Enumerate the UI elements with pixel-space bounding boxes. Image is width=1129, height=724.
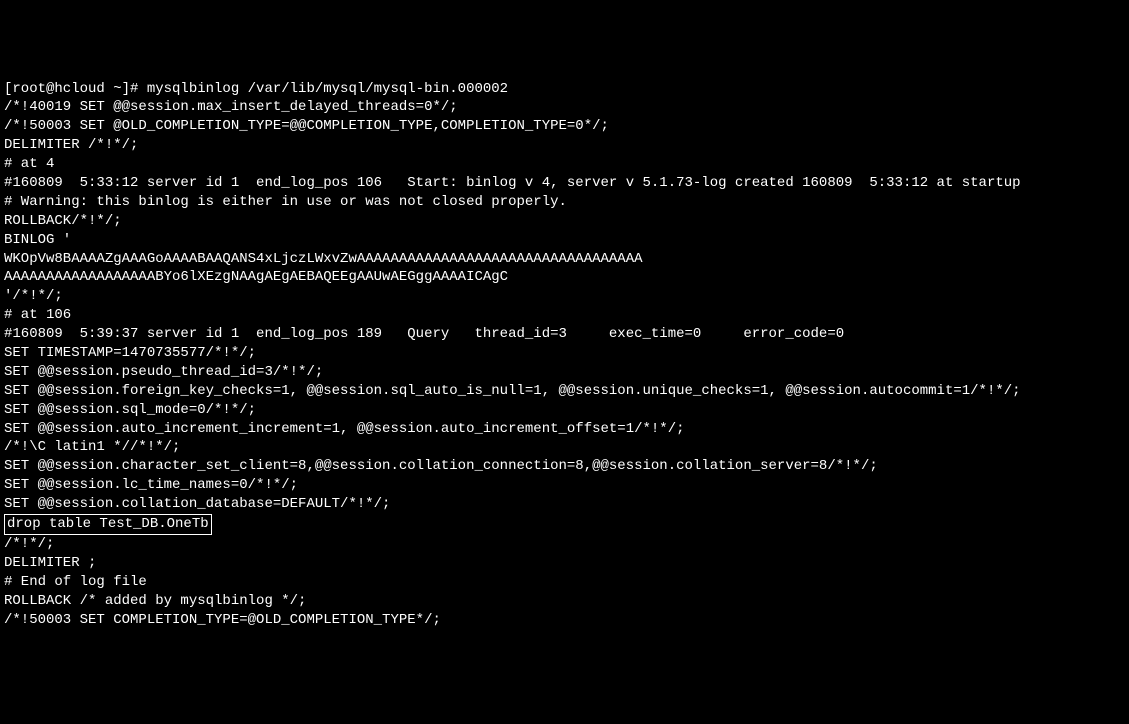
terminal-line: /*!50003 SET @OLD_COMPLETION_TYPE=@@COMP… <box>4 117 1125 136</box>
terminal-line: SET @@session.auto_increment_increment=1… <box>4 420 1125 439</box>
terminal-line: SET @@session.character_set_client=8,@@s… <box>4 457 1125 476</box>
terminal-line: SET @@session.sql_mode=0/*!*/; <box>4 401 1125 420</box>
terminal-line: /*!\C latin1 *//*!*/; <box>4 438 1125 457</box>
terminal-line: DELIMITER ; <box>4 554 1125 573</box>
terminal-line: # at 4 <box>4 155 1125 174</box>
terminal-output[interactable]: [root@hcloud ~]# mysqlbinlog /var/lib/my… <box>4 80 1125 630</box>
terminal-line: #160809 5:39:37 server id 1 end_log_pos … <box>4 325 1125 344</box>
terminal-line: SET @@session.pseudo_thread_id=3/*!*/; <box>4 363 1125 382</box>
terminal-line: BINLOG ' <box>4 231 1125 250</box>
terminal-line: SET @@session.foreign_key_checks=1, @@se… <box>4 382 1125 401</box>
terminal-line: [root@hcloud ~]# mysqlbinlog /var/lib/my… <box>4 80 1125 99</box>
terminal-line: #160809 5:33:12 server id 1 end_log_pos … <box>4 174 1125 193</box>
terminal-line: DELIMITER /*!*/; <box>4 136 1125 155</box>
terminal-line: AAAAAAAAAAAAAAAAAABYo6lXEzgNAAgAEgAEBAQE… <box>4 268 1125 287</box>
terminal-line: ROLLBACK /* added by mysqlbinlog */; <box>4 592 1125 611</box>
terminal-line: # Warning: this binlog is either in use … <box>4 193 1125 212</box>
terminal-line: SET @@session.collation_database=DEFAULT… <box>4 495 1125 514</box>
terminal-line: # at 106 <box>4 306 1125 325</box>
terminal-line: '/*!*/; <box>4 287 1125 306</box>
terminal-line: SET TIMESTAMP=1470735577/*!*/; <box>4 344 1125 363</box>
terminal-line: /*!*/; <box>4 535 1125 554</box>
terminal-line-highlighted: drop table Test_DB.OneTb <box>4 514 1125 535</box>
terminal-line: SET @@session.lc_time_names=0/*!*/; <box>4 476 1125 495</box>
highlighted-text: drop table Test_DB.OneTb <box>4 514 212 535</box>
terminal-line: ROLLBACK/*!*/; <box>4 212 1125 231</box>
terminal-line: /*!40019 SET @@session.max_insert_delaye… <box>4 98 1125 117</box>
terminal-line: /*!50003 SET COMPLETION_TYPE=@OLD_COMPLE… <box>4 611 1125 630</box>
terminal-line: WKOpVw8BAAAAZgAAAGoAAAABAAQANS4xLjczLWxv… <box>4 250 1125 269</box>
terminal-line: # End of log file <box>4 573 1125 592</box>
